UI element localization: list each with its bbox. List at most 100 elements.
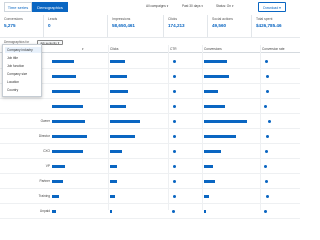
clicks-bar — [110, 180, 118, 183]
conversions-bar — [204, 60, 227, 63]
dropdown-option[interactable]: Company size — [5, 71, 41, 77]
date-range-filter[interactable]: Past 30 days ▾ — [182, 4, 203, 8]
chevron-down-icon: ▾ — [201, 4, 203, 8]
conversions-bar — [204, 135, 237, 138]
metric-total-spent[interactable]: Total spent $426,785.46 — [252, 15, 300, 37]
dropdown-option[interactable]: Location — [5, 79, 41, 85]
conversions-bar — [204, 210, 207, 213]
metric-label: Total spent — [256, 17, 273, 21]
metric-label: Leads — [48, 17, 58, 21]
conversion-rate-dot — [265, 180, 268, 183]
metric-leads[interactable]: Leads 0 — [44, 15, 108, 37]
tab-demographics[interactable]: Demographics — [32, 2, 68, 12]
spend-bar — [52, 210, 57, 213]
clicks-bar — [110, 60, 125, 63]
row-label: Unpaid — [39, 209, 50, 213]
header-ctr[interactable]: CTR — [170, 47, 177, 51]
metric-conversions[interactable]: Conversions 5,275 — [0, 15, 44, 37]
ctr-dot — [172, 165, 176, 168]
chevron-down-icon: ▾ — [231, 4, 234, 8]
spend-bar — [52, 75, 77, 78]
metric-label: Conversions — [4, 17, 23, 21]
dropdown-option[interactable]: Job title — [5, 55, 41, 61]
chevron-down-icon: ▾ — [166, 4, 169, 8]
spend-bar — [52, 105, 83, 108]
table-row: Unpaid — [0, 204, 300, 219]
table-row: Partner — [0, 174, 300, 189]
clicks-bar — [110, 75, 127, 78]
clicks-bar — [110, 120, 141, 123]
table-row: CXO — [0, 144, 300, 159]
clicks-bar — [110, 150, 123, 153]
ctr-dot — [173, 120, 177, 123]
header-clicks[interactable]: Clicks — [110, 47, 119, 51]
row-label: VP — [45, 164, 50, 168]
demographics-dropdown-menu: Company industry Job title Job function Com… — [2, 44, 42, 97]
ctr-dot — [172, 60, 176, 63]
table-row — [0, 99, 300, 114]
clicks-bar — [110, 165, 118, 168]
metric-clicks[interactable]: Clicks 174,213 — [164, 15, 208, 37]
metric-label: Clicks — [168, 17, 178, 21]
metric-social-actions[interactable]: Social actions 49,560 — [208, 15, 252, 37]
row-label: Training — [38, 194, 50, 198]
header-sort-icon[interactable]: ▾ — [82, 47, 84, 51]
spend-bar — [52, 120, 85, 123]
spend-bar — [52, 180, 63, 183]
metric-value: 0 — [48, 23, 51, 28]
tab-time-series[interactable]: Time series — [4, 2, 32, 12]
metric-label: Social actions — [212, 17, 233, 21]
status-label: Status: On — [216, 4, 232, 8]
dropdown-option[interactable]: Job function — [5, 63, 41, 69]
demographics-table: ▾ Clicks CTR Conversions Conversion rate… — [0, 45, 300, 219]
select-value: Job seniority — [40, 40, 57, 45]
ctr-dot — [172, 195, 176, 198]
metric-label: Impressions — [112, 17, 131, 21]
conversions-bar — [204, 75, 230, 78]
conversion-rate-dot — [265, 150, 268, 153]
metric-value: 49,560 — [212, 23, 227, 28]
conversions-bar — [204, 105, 225, 108]
header-conversion-rate[interactable]: Conversion rate — [262, 47, 285, 51]
clicks-bar — [110, 135, 136, 138]
dropdown-option[interactable]: Company industry — [5, 47, 41, 53]
status-filter[interactable]: Status: On ▾ — [216, 4, 234, 8]
campaign-filter[interactable]: All campaigns ▾ — [146, 4, 168, 8]
ctr-dot — [172, 90, 176, 93]
conversions-bar — [204, 90, 218, 93]
clicks-bar — [110, 105, 126, 108]
chevron-down-icon: ▾ — [279, 6, 281, 10]
date-range-label: Past 30 days — [182, 4, 201, 8]
spend-bar — [52, 195, 59, 198]
spend-bar — [52, 165, 66, 168]
chevron-down-icon: ▾ — [57, 40, 60, 45]
conversion-rate-dot — [265, 135, 269, 138]
clicks-bar — [110, 210, 113, 213]
conversion-rate-dot — [265, 195, 269, 198]
table-header: ▾ Clicks CTR Conversions Conversion rate — [0, 45, 300, 53]
conversion-rate-dot — [263, 210, 267, 213]
row-label: Director — [38, 134, 50, 138]
spend-bar — [52, 60, 74, 63]
dropdown-option[interactable]: Country — [5, 87, 41, 93]
conversions-bar — [204, 120, 248, 123]
demographics-controls: Demographics for Job seniority ▾ — [0, 37, 300, 45]
conversions-bar — [204, 165, 214, 168]
spend-bar — [52, 150, 83, 153]
conversions-bar — [204, 180, 216, 183]
download-button[interactable]: Download ▾ — [258, 2, 286, 12]
ctr-dot — [173, 180, 177, 183]
header-conversions[interactable]: Conversions — [204, 47, 222, 51]
ctr-dot — [172, 210, 176, 213]
metric-impressions[interactable]: Impressions 58,650,461 — [108, 15, 164, 37]
table-row: Training — [0, 189, 300, 204]
ctr-dot — [172, 150, 176, 153]
conversion-rate-dot — [265, 90, 269, 93]
clicks-bar — [110, 195, 115, 198]
conversion-rate-dot — [268, 120, 271, 123]
table-row — [0, 84, 300, 99]
spend-bar — [52, 135, 88, 138]
table-row: VP — [0, 159, 300, 174]
table-row — [0, 69, 300, 84]
ctr-dot — [172, 105, 176, 108]
